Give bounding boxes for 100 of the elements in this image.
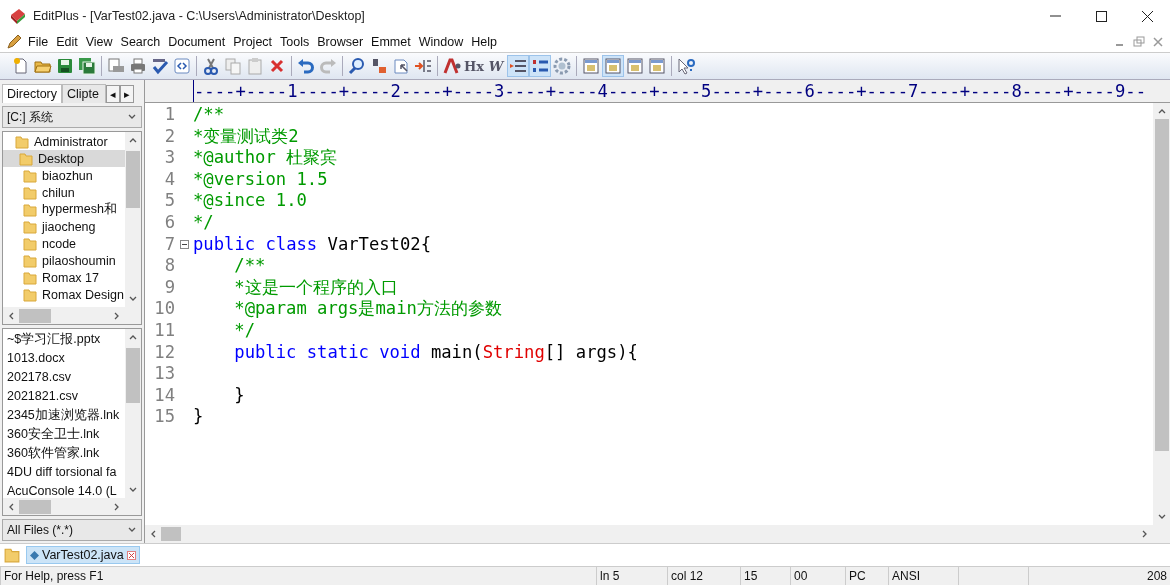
line-number: 13 — [153, 363, 175, 385]
scrollbar-thumb[interactable] — [19, 308, 51, 323]
code-line: public class VarTest02{ — [193, 233, 431, 256]
menu-item[interactable]: File — [24, 35, 53, 49]
minimize-icon[interactable] — [1049, 15, 1061, 17]
filter-dropdown[interactable]: All Files (*.*) — [2, 519, 142, 541]
vertical-scrollbar[interactable] — [125, 329, 141, 498]
folder-item[interactable]: Administrator — [3, 133, 125, 150]
line-number: 6 — [163, 211, 175, 234]
scrollbar-thumb[interactable] — [1154, 119, 1169, 451]
menu-item[interactable]: Help — [467, 35, 501, 49]
menu-item[interactable]: Browser — [313, 35, 368, 49]
file-name[interactable]: 360安全卫士.lnk — [3, 425, 125, 444]
window-panel-icon — [604, 57, 622, 75]
close-icon[interactable] — [1141, 10, 1153, 22]
code-line: *@since 1.0 — [193, 190, 307, 212]
delete-icon — [268, 57, 286, 75]
menu-item[interactable]: Window — [414, 35, 468, 49]
horizontal-scrollbar[interactable] — [3, 498, 125, 515]
status-text: 208 — [1028, 567, 1170, 585]
status-text: 00 — [790, 567, 845, 585]
line-number: 9 — [163, 276, 175, 299]
file-name[interactable]: ~$学习汇报.pptx — [3, 330, 125, 349]
window-panel-button[interactable] — [624, 55, 646, 77]
scrollbar-thumb[interactable] — [161, 527, 181, 541]
column-ruler: ----+----1----+----2----+----3----+----4----+----5----+----6----+----7----+----8----+----9-- — [194, 80, 1146, 102]
folder-item[interactable]: chilun — [3, 184, 125, 201]
window-panel-button[interactable] — [580, 55, 602, 77]
indent-lines-button[interactable] — [507, 55, 529, 77]
save-icon — [56, 57, 74, 75]
folder-item[interactable]: biaozhun — [3, 167, 125, 184]
status-text: col 12 — [667, 567, 740, 585]
horizontal-scrollbar[interactable] — [145, 525, 1153, 543]
document-tab[interactable]: VarTest02.java — [26, 546, 140, 564]
code-line: } — [234, 384, 245, 407]
folder-icon — [23, 168, 37, 183]
line-number: 14 — [153, 384, 175, 407]
floppy-stack-button[interactable] — [76, 55, 98, 77]
file-name[interactable]: AcuConsole 14.0 (L — [3, 482, 125, 498]
sidebar-tab[interactable]: Directory — [2, 84, 62, 103]
pencil-icon — [6, 34, 22, 50]
arrow-lines-icon — [414, 57, 432, 75]
line-number: 12 — [153, 341, 175, 364]
code-brackets-button[interactable] — [171, 55, 193, 77]
file-name[interactable]: 4DU diff torsional fa — [3, 463, 125, 482]
scrollbar-thumb[interactable] — [126, 347, 140, 403]
status-text: ANSI — [888, 567, 958, 585]
line-number: 8 — [163, 255, 175, 277]
scroll-tab-button[interactable]: ◂ — [106, 85, 120, 103]
menu-item[interactable]: Project — [229, 35, 277, 49]
vertical-scrollbar[interactable] — [125, 132, 141, 307]
file-name[interactable]: 202178.csv — [3, 368, 125, 387]
app-icon — [9, 7, 27, 25]
line-number: 15 — [153, 406, 175, 428]
folder-item[interactable]: Romax 17 — [3, 269, 125, 286]
paste-icon — [246, 57, 264, 75]
file-name[interactable]: 2345加速浏览器.lnk — [3, 406, 125, 425]
folder-item[interactable]: Romax Design — [3, 286, 125, 303]
menu-item[interactable]: Tools — [276, 35, 314, 49]
redo-icon — [319, 57, 337, 75]
menu-item[interactable]: Edit — [52, 35, 82, 49]
file-name[interactable]: 2021821.csv — [3, 387, 125, 406]
maximize-icon[interactable] — [1095, 10, 1107, 22]
scrollbar-thumb[interactable] — [126, 150, 140, 208]
folder-item[interactable]: Desktop — [3, 150, 125, 167]
line-number: 3 — [163, 147, 175, 169]
settings-icon — [553, 57, 571, 75]
scroll-tab-button[interactable]: ▸ — [120, 85, 134, 103]
window-title: EditPlus - [VarTest02.java - C:\Users\Administrator\Desktop] — [33, 9, 366, 23]
sidebar-tab[interactable]: Clipte — [62, 84, 106, 103]
code-line: *@version 1.5 — [193, 168, 328, 191]
code-line: } — [193, 406, 204, 428]
floppy-stack-icon — [78, 57, 96, 75]
folder-item[interactable]: ncode — [3, 235, 125, 252]
scrollbar-thumb[interactable] — [19, 499, 51, 514]
horizontal-scrollbar[interactable] — [3, 307, 125, 324]
menu-item[interactable]: Search — [116, 35, 165, 49]
numbered-lines-button[interactable] — [529, 55, 551, 77]
menu-item[interactable]: Document — [164, 35, 230, 49]
spell-check-icon — [151, 57, 169, 75]
code-editor[interactable]: 1 /** 2 *变量测试类2 3 *@author 杜聚宾 4 *@version 1.5 5 *@since 1.0 6 */ 7 public class VarTest02{ 8 /** 9 *这是一个程序的入口 10 *@param args是main方法的参数 11 */ 12 public static void main(String[] args){ 13 14 } 15 } — [145, 103, 1153, 525]
file-name[interactable]: 360软件管家.lnk — [3, 444, 125, 463]
folder-item[interactable]: jiaocheng — [3, 218, 125, 235]
window-panel-button[interactable] — [646, 55, 668, 77]
file-name[interactable]: 1013.docx — [3, 349, 125, 368]
code-line: *变量测试类2 — [193, 125, 299, 148]
copy-icon — [224, 57, 242, 75]
window-panel-button[interactable] — [602, 55, 624, 77]
menu-item[interactable]: View — [81, 35, 117, 49]
vertical-scrollbar[interactable] — [1153, 103, 1170, 525]
folder-item[interactable]: hypermesh和 — [3, 201, 125, 218]
menu-item[interactable]: Emmet — [367, 35, 415, 49]
code-line: */ — [193, 211, 214, 234]
line-number: 4 — [163, 168, 175, 191]
settings-button[interactable] — [551, 55, 573, 77]
new-file-icon — [12, 57, 30, 75]
collapse-icon[interactable] — [179, 239, 189, 249]
folder-item[interactable]: pilaoshoumin — [3, 252, 125, 269]
window-panel-icon — [626, 57, 644, 75]
drive-dropdown[interactable]: [C:] 系统 — [2, 106, 142, 128]
